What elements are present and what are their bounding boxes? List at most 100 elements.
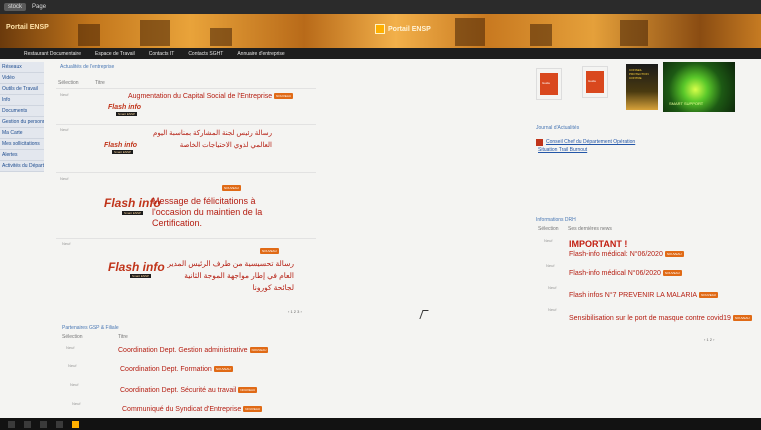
news-col-title[interactable]: Titre xyxy=(95,80,105,86)
partner-link-text: Coordination Dept. Gestion administrativ… xyxy=(118,347,248,354)
item-meta: Neuf xyxy=(548,307,557,312)
item-meta: Neuf xyxy=(548,285,557,290)
new-badge: NOUVEAU xyxy=(243,406,263,413)
search-icon[interactable] xyxy=(24,420,31,428)
flash-info-logo-sub: Smart ENSP xyxy=(116,112,138,116)
new-badge: NOUVEAU xyxy=(222,185,241,191)
smart-support-ad[interactable]: SMART SUPPORT xyxy=(663,62,735,112)
drh-link[interactable]: Flash-info médical: N°06/2020 NOUVEAU xyxy=(569,251,684,258)
drh-link[interactable]: Flash-info médical N°06/2020 NOUVEAU xyxy=(569,270,682,277)
journal-section-title: Journal d'Actualités xyxy=(536,125,580,131)
flash-info-logo: Flash info xyxy=(108,104,142,111)
task-view-icon[interactable] xyxy=(40,420,47,428)
item-meta: Neuf xyxy=(68,363,77,368)
partner-link[interactable]: Coordination Dept. Formation NOUVEAU xyxy=(120,366,233,373)
news-link[interactable]: Message de félicitations à l'occasion du… xyxy=(152,196,277,229)
sidebar-item[interactable]: Activités du Département xyxy=(0,161,44,172)
partner-link-text: Coordination Dept. Sécurité au travail xyxy=(120,387,237,394)
item-meta: Neuf xyxy=(546,263,555,268)
news-link[interactable]: رسالة رئيس لجنة المشاركة بمناسبة اليوم ا… xyxy=(140,128,272,152)
news-section-title: Actualités de l'entreprise xyxy=(60,64,115,70)
news-col-select[interactable]: Sélection xyxy=(58,80,79,86)
item-meta: Neuf xyxy=(72,401,81,406)
nav-item[interactable]: Contacts IT xyxy=(149,51,175,57)
partners-col-title[interactable]: Titre xyxy=(118,334,128,340)
sidebar-item[interactable]: Ma Carte xyxy=(0,128,44,139)
banner-logo-left[interactable]: Portail ENSP xyxy=(6,24,49,31)
flash-info-logo: Flash info xyxy=(104,142,138,149)
news-link-text: Message de félicitations à l'occasion du… xyxy=(152,196,263,228)
item-meta: Neuf xyxy=(70,382,79,387)
drh-link-text: Flash-info médical N°06/2020 xyxy=(569,270,661,277)
portal-logo-icon xyxy=(375,24,385,34)
banner-logo-center[interactable]: Portail ENSP xyxy=(375,24,431,34)
start-icon[interactable] xyxy=(8,420,15,428)
nav-item[interactable]: Contacts SGHT xyxy=(188,51,223,57)
news-pager[interactable]: ‹ 1 2 3 › xyxy=(288,309,302,314)
partners-section-title: Partenaires GSP & Filiale xyxy=(62,325,119,331)
portal-logo-text: Portail ENSP xyxy=(388,25,431,33)
nav-item[interactable]: Annuaire d'entreprise xyxy=(237,51,284,57)
drh-link[interactable]: Sensibilisation sur le port de masque co… xyxy=(569,315,752,322)
drh-col-title[interactable]: Ses dernières news xyxy=(568,226,612,232)
new-badge: NOUVEAU xyxy=(260,248,279,254)
left-sidebar: Réseaux Vidéo Outils de Travail Info Doc… xyxy=(0,62,44,172)
sidebar-item[interactable]: Info xyxy=(0,95,44,106)
sidebar-item[interactable]: Mes sollicitations xyxy=(0,139,44,150)
divider xyxy=(56,124,316,125)
news-link-text: Augmentation du Capital Social de l'Entr… xyxy=(128,93,273,100)
book-label: Guide xyxy=(542,81,551,85)
nav-item[interactable]: Restaurant Documentaire xyxy=(24,51,81,57)
guide-book-thumbnail[interactable]: Guide xyxy=(582,66,608,98)
item-meta: Neuf xyxy=(60,176,69,181)
sidebar-item[interactable]: Documents xyxy=(0,106,44,117)
file-explorer-icon[interactable] xyxy=(56,420,63,428)
top-nav: Restaurant Documentaire Espace de Travai… xyxy=(0,48,761,59)
drh-pager[interactable]: ‹ 1 2 › xyxy=(704,337,714,342)
nav-item[interactable]: Espace de Travail xyxy=(95,51,135,57)
partner-link[interactable]: Coordination Dept. Sécurité au travail NO… xyxy=(120,387,258,394)
new-badge: NOUVEAU xyxy=(249,347,269,354)
ad-eye-text: SMART SUPPORT xyxy=(669,101,704,106)
ad-text: CONSEIL PROTECTION CONTRE xyxy=(629,68,649,80)
divider xyxy=(56,238,316,239)
sidebar-item[interactable]: Outils de Travail xyxy=(0,84,44,95)
news-link[interactable]: Augmentation du Capital Social de l'Entr… xyxy=(128,93,293,100)
new-badge: NOUVEAU xyxy=(238,387,258,394)
partner-link[interactable]: Communiqué du Syndicat d'Entreprise NOUVE… xyxy=(122,406,263,413)
banner-building-image xyxy=(210,28,232,46)
browser-bar: stock Page xyxy=(0,0,761,14)
new-badge: NOUVEAU xyxy=(662,270,682,277)
sidebar-item[interactable]: Gestion du personnel xyxy=(0,117,44,128)
browser-app-icon[interactable] xyxy=(72,420,79,428)
drh-link-text: Flash infos N°7 PREVENIR LA MALARIA xyxy=(569,292,698,299)
flash-info-logo-sub: Smart ENSP xyxy=(130,274,152,278)
os-taskbar xyxy=(0,418,761,430)
partners-col-select[interactable]: Sélection xyxy=(62,334,83,340)
drh-col-select[interactable]: Sélection xyxy=(538,226,559,232)
flash-info-logo: Flash info xyxy=(108,260,165,274)
sidebar-item[interactable]: Vidéo xyxy=(0,73,44,84)
banner-building-image xyxy=(530,24,552,46)
banner-building-image xyxy=(455,18,485,46)
guide-book-thumbnail[interactable]: Guide xyxy=(536,68,562,100)
item-meta: Neuf xyxy=(544,238,553,243)
site-banner: Portail ENSP Portail ENSP xyxy=(0,14,761,48)
screen: stock Page Portail ENSP Portail ENSP Res… xyxy=(0,0,761,430)
drh-section-title: Informations DRH xyxy=(536,217,576,223)
sidebar-item[interactable]: Alertes xyxy=(0,150,44,161)
drh-link[interactable]: Flash infos N°7 PREVENIR LA MALARIA NOUVE… xyxy=(569,292,718,299)
news-link[interactable]: رسالة تحسيسية من طرف الرئيس المدير العام… xyxy=(166,258,294,294)
partner-link[interactable]: Coordination Dept. Gestion administrativ… xyxy=(118,347,269,354)
browser-address[interactable]: stock xyxy=(4,3,27,11)
journal-sub-link[interactable]: Situation Trail Burnout xyxy=(538,147,587,153)
new-badge: NOUVEAU xyxy=(732,315,752,322)
journal-link[interactable]: Conseil Chef du Département Opération xyxy=(546,139,635,145)
browser-page-tab[interactable]: Page xyxy=(32,4,46,10)
protection-ad[interactable]: CONSEIL PROTECTION CONTRE xyxy=(626,64,658,110)
sidebar-item[interactable]: Réseaux xyxy=(0,62,44,73)
book-label: Guide xyxy=(588,79,597,83)
new-badge: NOUVEAU xyxy=(664,251,684,258)
drh-link-text: Sensibilisation sur le port de masque co… xyxy=(569,315,731,322)
partner-link-text: Coordination Dept. Formation xyxy=(120,366,212,373)
